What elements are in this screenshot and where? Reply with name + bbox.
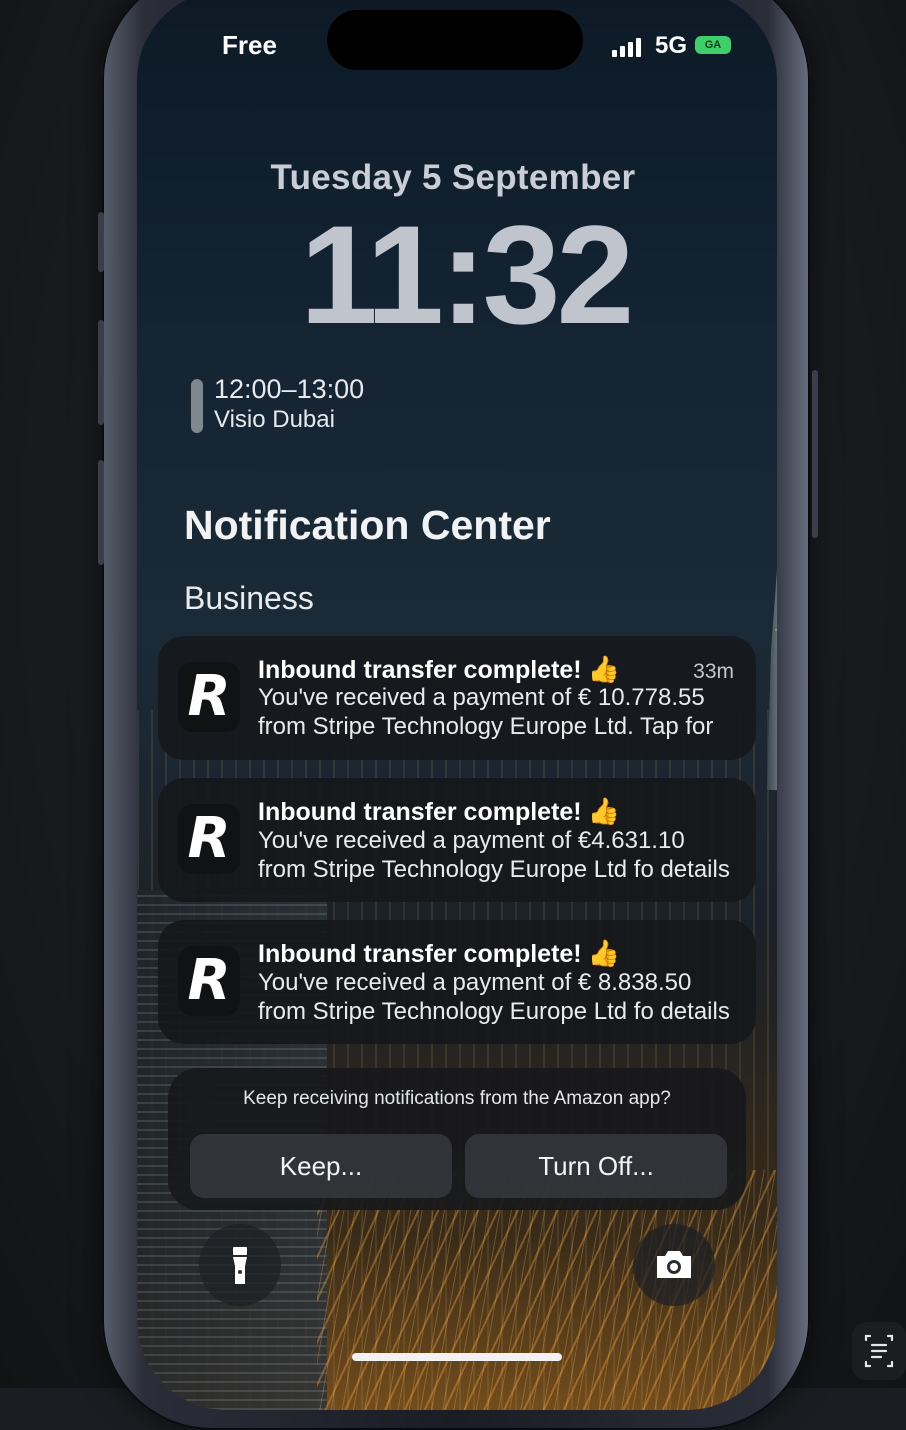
notification-title-text: Inbound transfer complete! (258, 940, 582, 968)
lock-time: 11:32 (300, 196, 634, 353)
thumbs-up-icon: 👍 (587, 654, 621, 684)
battery-icon: GA (695, 36, 731, 54)
keep-button[interactable]: Keep... (190, 1134, 452, 1198)
thumbs-up-icon: 👍 (587, 938, 621, 968)
flashlight-icon (233, 1247, 247, 1284)
notification-title: Inbound transfer complete! 👍 (258, 796, 620, 827)
notification-card[interactable]: R Inbound transfer complete! 👍 You've rec… (158, 778, 756, 902)
signal-icon (612, 37, 646, 57)
thumbs-up-icon: 👍 (587, 796, 621, 826)
live-text-icon (864, 1334, 894, 1368)
volume-down-button (98, 460, 104, 565)
notification-body-line: You've received a payment of € 10.778.55 (258, 684, 705, 711)
camera-button[interactable] (633, 1224, 715, 1306)
notification-body-line: You've received a payment of €4.631.10 (258, 827, 685, 854)
notification-card[interactable]: R Inbound transfer complete! 👍 You've rec… (158, 920, 756, 1044)
power-button (812, 370, 818, 538)
notification-body-line: from Stripe Technology Europe Ltd. Tap f… (258, 713, 714, 740)
calendar-event-title[interactable]: Visio Dubai (214, 406, 335, 434)
network-type: 5G (655, 32, 688, 59)
notification-title-text: Inbound transfer complete! (258, 656, 582, 684)
carrier-label: Free (222, 30, 277, 60)
revolut-app-icon: R (178, 946, 240, 1016)
notification-card[interactable]: R Inbound transfer complete! 👍 33m You've… (158, 636, 756, 760)
notification-section-title: Business (184, 580, 314, 616)
notification-settings-prompt: Keep receiving notifications from the Am… (168, 1068, 746, 1210)
prompt-message: Keep receiving notifications from the Am… (243, 1088, 671, 1109)
notification-body-line: You've received a payment of € 8.838.50 (258, 969, 692, 996)
notification-body-line: from Stripe Technology Europe Ltd fo det… (258, 856, 730, 883)
notification-body-line: from Stripe Technology Europe Ltd fo det… (258, 998, 730, 1025)
camera-icon (657, 1251, 691, 1278)
lock-date: Tuesday 5 September (270, 158, 636, 197)
calendar-event-bar (191, 379, 203, 433)
notification-title: Inbound transfer complete! 👍 (258, 938, 620, 969)
turn-off-button[interactable]: Turn Off... (465, 1134, 727, 1198)
live-text-button[interactable] (852, 1322, 906, 1380)
volume-up-button (98, 320, 104, 425)
action-button (98, 212, 104, 272)
notification-title-text: Inbound transfer complete! (258, 798, 582, 826)
calendar-event-time[interactable]: 12:00–13:00 (214, 374, 364, 405)
notification-center-title: Notification Center (184, 502, 551, 548)
home-indicator[interactable] (352, 1353, 562, 1361)
notification-title: Inbound transfer complete! 👍 (258, 654, 620, 685)
revolut-app-icon: R (178, 662, 240, 732)
flashlight-button[interactable] (199, 1224, 281, 1306)
dynamic-island (327, 10, 583, 70)
notification-age: 33m (693, 660, 734, 683)
revolut-app-icon: R (178, 804, 240, 874)
